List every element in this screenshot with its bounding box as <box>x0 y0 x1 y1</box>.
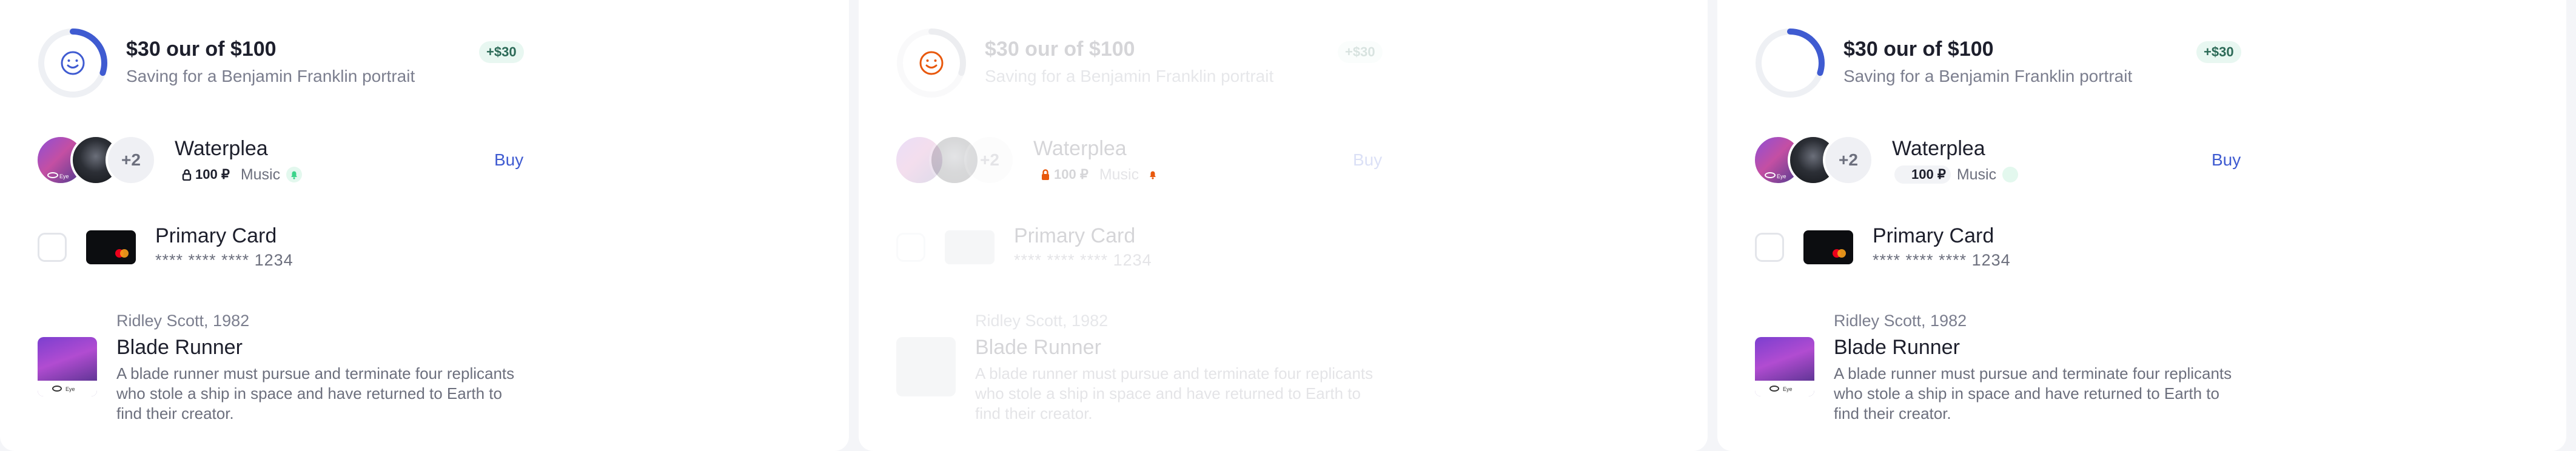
genre-label: Music <box>1956 165 1997 183</box>
card-checkbox[interactable] <box>38 233 67 262</box>
card-number: **** **** **** 1234 <box>155 251 293 269</box>
artist-meta: 100 ₽ Music <box>177 165 303 184</box>
price-value: 100 ₽ <box>195 167 230 182</box>
progress-ring <box>1754 27 1826 99</box>
cell-panel-plain: $30 our of $100 Saving for a Benjamin Fr… <box>1717 0 2566 451</box>
artist-meta: 100 ₽ Music <box>1036 165 1161 184</box>
price-pill: 100 ₽ <box>177 165 235 184</box>
artist-meta: 100 ₽ Music <box>1894 165 2019 184</box>
progress-ring <box>895 27 968 99</box>
progress-title: $30 our of $100 <box>126 38 277 61</box>
progress-title: $30 our of $100 <box>985 38 1135 61</box>
movie-poster: Eye <box>1755 337 1814 396</box>
progress-title: $30 our of $100 <box>1843 38 1994 61</box>
lock-icon <box>182 169 192 181</box>
price-value: 100 ₽ <box>1054 167 1088 182</box>
genre-label: Music <box>1099 165 1139 183</box>
buy-button[interactable]: Buy <box>494 150 523 170</box>
artist-title: Waterplea <box>1033 137 1127 160</box>
price-pill: 100 ₽ <box>1036 165 1093 184</box>
cell-panel-disabled: $30 our of $100 Saving for a Benjamin Fr… <box>859 0 1708 451</box>
amount-badge: +$30 <box>1338 41 1383 63</box>
movie-meta: Ridley Scott, 1982 <box>116 312 250 330</box>
mastercard-icon <box>115 249 129 258</box>
buy-button[interactable]: Buy <box>2212 150 2241 170</box>
lock-icon <box>1042 169 1049 180</box>
bell-icon <box>286 167 303 182</box>
amount-badge: +$30 <box>2196 41 2241 63</box>
progress-subtitle: Saving for a Benjamin Franklin portrait <box>126 67 415 85</box>
card-thumbnail <box>945 230 995 264</box>
movie-poster: Eye <box>38 337 97 396</box>
card-thumbnail <box>86 230 136 264</box>
card-title: Primary Card <box>1014 224 1136 247</box>
card-number: **** **** **** 1234 <box>1014 251 1152 269</box>
artist-title: Waterplea <box>175 137 268 160</box>
price-pill: 100 ₽ <box>1894 165 1951 184</box>
card-number: **** **** **** 1234 <box>1873 251 2011 269</box>
more-avatars-count: +2 <box>964 135 1015 185</box>
movie-description: A blade runner must pursue and terminate… <box>1834 364 2232 423</box>
movie-description: A blade runner must pursue and terminate… <box>975 364 1374 423</box>
more-avatars-count: +2 <box>106 135 156 185</box>
genre-label: Music <box>240 165 281 183</box>
movie-description: A blade runner must pursue and terminate… <box>116 364 515 423</box>
status-dot <box>2002 167 2019 182</box>
progress-ring <box>36 27 109 99</box>
movie-title: Blade Runner <box>975 336 1101 359</box>
progress-subtitle: Saving for a Benjamin Franklin portrait <box>985 67 1274 85</box>
mastercard-icon <box>1833 249 1846 258</box>
buy-button[interactable]: Buy <box>1353 150 1382 170</box>
amount-badge: +$30 <box>479 41 524 63</box>
card-checkbox[interactable] <box>1755 233 1784 262</box>
more-avatars-count: +2 <box>1823 135 1874 185</box>
movie-meta: Ridley Scott, 1982 <box>1834 312 1967 330</box>
artist-title: Waterplea <box>1892 137 1985 160</box>
smiley-icon <box>61 51 85 75</box>
movie-title: Blade Runner <box>1834 336 1960 359</box>
smiley-icon <box>919 51 944 75</box>
movie-title: Blade Runner <box>116 336 243 359</box>
card-title: Primary Card <box>155 224 277 247</box>
card-title: Primary Card <box>1873 224 1994 247</box>
movie-meta: Ridley Scott, 1982 <box>975 312 1109 330</box>
movie-poster <box>896 337 956 396</box>
card-thumbnail <box>1803 230 1853 264</box>
price-value: 100 ₽ <box>1911 167 1946 182</box>
card-checkbox[interactable] <box>896 233 925 262</box>
cell-panel-default: $30 our of $100 Saving for a Benjamin Fr… <box>0 0 849 451</box>
bell-icon <box>1150 171 1156 179</box>
progress-subtitle: Saving for a Benjamin Franklin portrait <box>1843 67 2133 85</box>
